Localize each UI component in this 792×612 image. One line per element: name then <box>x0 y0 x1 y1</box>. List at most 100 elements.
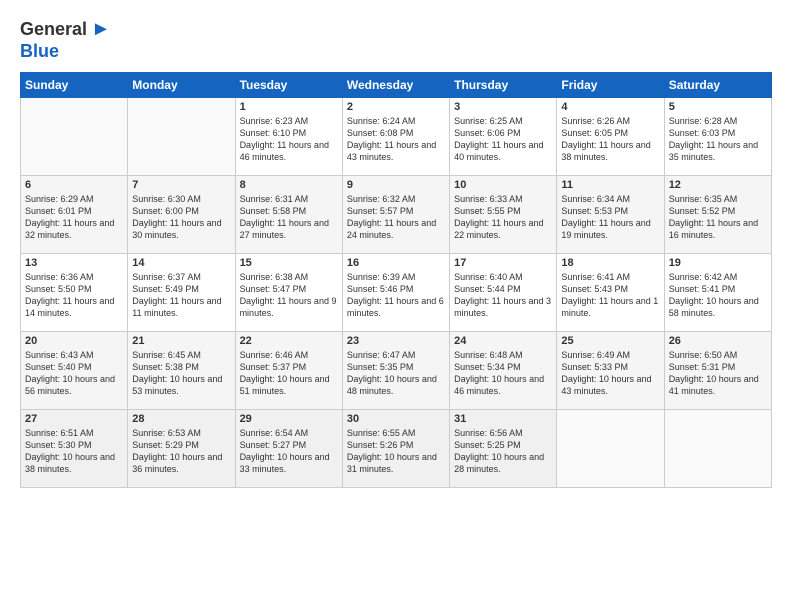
calendar-cell <box>664 410 771 488</box>
cell-info: Sunrise: 6:25 AMSunset: 6:06 PMDaylight:… <box>454 115 552 164</box>
logo-general-text: General <box>20 19 87 40</box>
cell-info: Sunrise: 6:48 AMSunset: 5:34 PMDaylight:… <box>454 349 552 398</box>
day-number: 27 <box>25 413 123 425</box>
day-number: 10 <box>454 179 552 191</box>
calendar-header-row: SundayMondayTuesdayWednesdayThursdayFrid… <box>21 73 772 98</box>
cell-info: Sunrise: 6:41 AMSunset: 5:43 PMDaylight:… <box>561 271 659 320</box>
cell-info: Sunrise: 6:42 AMSunset: 5:41 PMDaylight:… <box>669 271 767 320</box>
day-number: 30 <box>347 413 445 425</box>
cell-info: Sunrise: 6:37 AMSunset: 5:49 PMDaylight:… <box>132 271 230 320</box>
calendar-cell: 26 Sunrise: 6:50 AMSunset: 5:31 PMDayligh… <box>664 332 771 410</box>
day-number: 4 <box>561 101 659 113</box>
day-number: 21 <box>132 335 230 347</box>
calendar-cell: 28 Sunrise: 6:53 AMSunset: 5:29 PMDayligh… <box>128 410 235 488</box>
cell-info: Sunrise: 6:51 AMSunset: 5:30 PMDaylight:… <box>25 427 123 476</box>
cell-info: Sunrise: 6:24 AMSunset: 6:08 PMDaylight:… <box>347 115 445 164</box>
cell-info: Sunrise: 6:31 AMSunset: 5:58 PMDaylight:… <box>240 193 338 242</box>
calendar-cell: 5 Sunrise: 6:28 AMSunset: 6:03 PMDaylight… <box>664 98 771 176</box>
calendar-row: 20 Sunrise: 6:43 AMSunset: 5:40 PMDayligh… <box>21 332 772 410</box>
cell-info: Sunrise: 6:38 AMSunset: 5:47 PMDaylight:… <box>240 271 338 320</box>
cell-info: Sunrise: 6:40 AMSunset: 5:44 PMDaylight:… <box>454 271 552 320</box>
day-number: 13 <box>25 257 123 269</box>
weekday-header: Wednesday <box>342 73 449 98</box>
calendar-cell: 7 Sunrise: 6:30 AMSunset: 6:00 PMDaylight… <box>128 176 235 254</box>
cell-info: Sunrise: 6:33 AMSunset: 5:55 PMDaylight:… <box>454 193 552 242</box>
cell-info: Sunrise: 6:23 AMSunset: 6:10 PMDaylight:… <box>240 115 338 164</box>
day-number: 20 <box>25 335 123 347</box>
calendar-cell: 10 Sunrise: 6:33 AMSunset: 5:55 PMDayligh… <box>450 176 557 254</box>
calendar-cell: 21Sunrise: 6:45 AMSunset: 5:38 PMDayligh… <box>128 332 235 410</box>
cell-info: Sunrise: 6:34 AMSunset: 5:53 PMDaylight:… <box>561 193 659 242</box>
calendar-row: 6 Sunrise: 6:29 AMSunset: 6:01 PMDaylight… <box>21 176 772 254</box>
weekday-header: Saturday <box>664 73 771 98</box>
weekday-header: Monday <box>128 73 235 98</box>
header: General ► Blue <box>20 18 772 62</box>
cell-info: Sunrise: 6:53 AMSunset: 5:29 PMDaylight:… <box>132 427 230 476</box>
logo-blue-text: Blue <box>20 41 59 62</box>
day-number: 6 <box>25 179 123 191</box>
cell-info: Sunrise: 6:55 AMSunset: 5:26 PMDaylight:… <box>347 427 445 476</box>
cell-info: Sunrise: 6:56 AMSunset: 5:25 PMDaylight:… <box>454 427 552 476</box>
day-number: 3 <box>454 101 552 113</box>
calendar-cell: 22Sunrise: 6:46 AMSunset: 5:37 PMDayligh… <box>235 332 342 410</box>
day-number: 26 <box>669 335 767 347</box>
cell-info: Sunrise: 6:39 AMSunset: 5:46 PMDaylight:… <box>347 271 445 320</box>
day-number: 25 <box>561 335 659 347</box>
calendar-cell <box>128 98 235 176</box>
day-number: 16 <box>347 257 445 269</box>
day-number: 9 <box>347 179 445 191</box>
calendar-table: SundayMondayTuesdayWednesdayThursdayFrid… <box>20 72 772 488</box>
calendar-cell: 9 Sunrise: 6:32 AMSunset: 5:57 PMDaylight… <box>342 176 449 254</box>
calendar-cell: 8 Sunrise: 6:31 AMSunset: 5:58 PMDaylight… <box>235 176 342 254</box>
calendar-cell <box>21 98 128 176</box>
calendar-cell: 30 Sunrise: 6:55 AMSunset: 5:26 PMDayligh… <box>342 410 449 488</box>
day-number: 8 <box>240 179 338 191</box>
calendar-cell: 13Sunrise: 6:36 AMSunset: 5:50 PMDayligh… <box>21 254 128 332</box>
calendar-row: 13Sunrise: 6:36 AMSunset: 5:50 PMDayligh… <box>21 254 772 332</box>
day-number: 18 <box>561 257 659 269</box>
cell-info: Sunrise: 6:29 AMSunset: 6:01 PMDaylight:… <box>25 193 123 242</box>
day-number: 23 <box>347 335 445 347</box>
cell-info: Sunrise: 6:54 AMSunset: 5:27 PMDaylight:… <box>240 427 338 476</box>
day-number: 29 <box>240 413 338 425</box>
calendar-cell: 4Sunrise: 6:26 AMSunset: 6:05 PMDaylight… <box>557 98 664 176</box>
day-number: 14 <box>132 257 230 269</box>
day-number: 2 <box>347 101 445 113</box>
cell-info: Sunrise: 6:30 AMSunset: 6:00 PMDaylight:… <box>132 193 230 242</box>
calendar-row: 27 Sunrise: 6:51 AMSunset: 5:30 PMDayligh… <box>21 410 772 488</box>
day-number: 12 <box>669 179 767 191</box>
cell-info: Sunrise: 6:43 AMSunset: 5:40 PMDaylight:… <box>25 349 123 398</box>
calendar-cell: 18 Sunrise: 6:41 AMSunset: 5:43 PMDayligh… <box>557 254 664 332</box>
calendar-cell: 14 Sunrise: 6:37 AMSunset: 5:49 PMDayligh… <box>128 254 235 332</box>
cell-info: Sunrise: 6:49 AMSunset: 5:33 PMDaylight:… <box>561 349 659 398</box>
calendar-cell: 6 Sunrise: 6:29 AMSunset: 6:01 PMDaylight… <box>21 176 128 254</box>
weekday-header: Sunday <box>21 73 128 98</box>
calendar-cell: 25 Sunrise: 6:49 AMSunset: 5:33 PMDayligh… <box>557 332 664 410</box>
cell-info: Sunrise: 6:47 AMSunset: 5:35 PMDaylight:… <box>347 349 445 398</box>
calendar-cell: 1 Sunrise: 6:23 AMSunset: 6:10 PMDaylight… <box>235 98 342 176</box>
day-number: 1 <box>240 101 338 113</box>
cell-info: Sunrise: 6:28 AMSunset: 6:03 PMDaylight:… <box>669 115 767 164</box>
calendar-cell: 29 Sunrise: 6:54 AMSunset: 5:27 PMDayligh… <box>235 410 342 488</box>
cell-info: Sunrise: 6:50 AMSunset: 5:31 PMDaylight:… <box>669 349 767 398</box>
day-number: 15 <box>240 257 338 269</box>
calendar-row: 1 Sunrise: 6:23 AMSunset: 6:10 PMDaylight… <box>21 98 772 176</box>
calendar-cell: 11Sunrise: 6:34 AMSunset: 5:53 PMDayligh… <box>557 176 664 254</box>
day-number: 19 <box>669 257 767 269</box>
calendar-cell: 31Sunrise: 6:56 AMSunset: 5:25 PMDayligh… <box>450 410 557 488</box>
day-number: 5 <box>669 101 767 113</box>
cell-info: Sunrise: 6:32 AMSunset: 5:57 PMDaylight:… <box>347 193 445 242</box>
day-number: 28 <box>132 413 230 425</box>
weekday-header: Thursday <box>450 73 557 98</box>
calendar-cell: 3 Sunrise: 6:25 AMSunset: 6:06 PMDaylight… <box>450 98 557 176</box>
day-number: 22 <box>240 335 338 347</box>
calendar-cell: 17 Sunrise: 6:40 AMSunset: 5:44 PMDayligh… <box>450 254 557 332</box>
logo-bird-icon: ► <box>91 18 111 41</box>
weekday-header: Friday <box>557 73 664 98</box>
calendar-cell: 16 Sunrise: 6:39 AMSunset: 5:46 PMDayligh… <box>342 254 449 332</box>
day-number: 7 <box>132 179 230 191</box>
calendar-cell: 2 Sunrise: 6:24 AMSunset: 6:08 PMDaylight… <box>342 98 449 176</box>
day-number: 17 <box>454 257 552 269</box>
calendar-cell: 24Sunrise: 6:48 AMSunset: 5:34 PMDayligh… <box>450 332 557 410</box>
weekday-header: Tuesday <box>235 73 342 98</box>
